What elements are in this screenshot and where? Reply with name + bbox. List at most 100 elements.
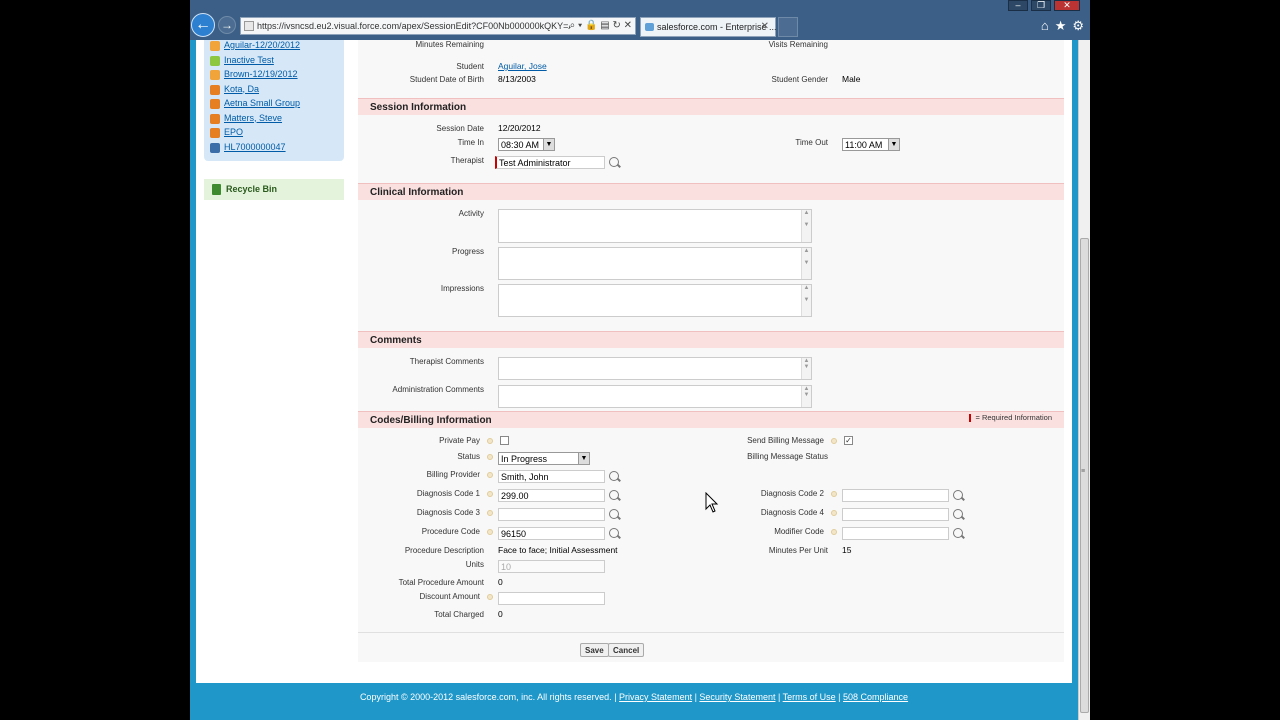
- units-input[interactable]: 10: [498, 560, 605, 573]
- billing-information-header: Codes/Billing Information: [358, 411, 1064, 428]
- modifier-code-input[interactable]: [842, 527, 949, 540]
- forward-button[interactable]: →: [218, 16, 236, 34]
- textarea-scrollbar[interactable]: ▲ ▼: [801, 210, 811, 242]
- address-tools-icon[interactable]: ⌕ ▾ 🔒 ▤ ↻ ✕: [569, 20, 632, 31]
- help-icon[interactable]: [831, 529, 837, 535]
- person-icon: [210, 84, 220, 95]
- procedure-description-label: Procedure Description: [404, 546, 484, 555]
- page-scrollbar[interactable]: ≡: [1078, 40, 1090, 720]
- progress-textarea[interactable]: ▲ ▼: [498, 247, 812, 280]
- textarea-scrollbar[interactable]: ▲ ▼: [801, 358, 811, 379]
- help-icon[interactable]: [487, 510, 493, 516]
- settings-gear-icon[interactable]: ⚙: [1072, 18, 1084, 34]
- scrollbar-grip-icon: ≡: [1081, 468, 1086, 475]
- sidebar-item-label: EPO: [224, 127, 244, 137]
- lookup-search-icon[interactable]: [609, 490, 619, 500]
- terms-of-use-link[interactable]: Terms of Use: [783, 692, 836, 702]
- therapist-comments-label: Therapist Comments: [409, 357, 484, 366]
- diagnosis-code-3-input[interactable]: [498, 508, 605, 521]
- diagnosis-code-2-label: Diagnosis Code 2: [760, 489, 824, 498]
- lookup-search-icon[interactable]: [609, 471, 619, 481]
- help-icon[interactable]: [487, 438, 493, 444]
- help-icon[interactable]: [487, 529, 493, 535]
- home-icon[interactable]: ⌂: [1041, 18, 1049, 34]
- billing-provider-input[interactable]: Smith, John: [498, 470, 605, 483]
- sidebar-item[interactable]: EPO: [210, 127, 243, 141]
- send-billing-checkbox[interactable]: ✓: [844, 436, 853, 445]
- 508-compliance-link[interactable]: 508 Compliance: [843, 692, 908, 702]
- admin-comments-textarea[interactable]: ▲ ▼: [498, 385, 812, 408]
- save-button[interactable]: Save: [580, 643, 609, 657]
- minutes-per-unit-value: 15: [842, 545, 852, 555]
- sidebar-item[interactable]: Aguilar-12/20/2012: [210, 40, 300, 54]
- cancel-button[interactable]: Cancel: [608, 643, 645, 657]
- diagnosis-code-1-input[interactable]: 299.00: [498, 489, 605, 502]
- browser-toolbar: – ❐ ✕ ← → https://ivsncsd.eu2.visual.for…: [190, 0, 1090, 40]
- time-out-select[interactable]: 11:00 AM ▼: [842, 138, 900, 151]
- browser-tab[interactable]: salesforce.com - Enterprise ... ✕: [640, 17, 777, 37]
- help-icon[interactable]: [487, 594, 493, 600]
- help-icon[interactable]: [831, 438, 837, 444]
- recycle-bin-link[interactable]: Recycle Bin: [204, 179, 344, 200]
- status-select[interactable]: In Progress ▼: [498, 452, 590, 465]
- help-icon[interactable]: [487, 491, 493, 497]
- scrollbar-thumb[interactable]: [1080, 238, 1089, 713]
- student-link[interactable]: Aguilar, Jose: [498, 61, 547, 71]
- close-tab-icon[interactable]: ✕: [761, 21, 769, 32]
- help-icon[interactable]: [831, 491, 837, 497]
- time-in-select[interactable]: 08:30 AM ▼: [498, 138, 555, 151]
- sidebar-item[interactable]: Aetna Small Group: [210, 98, 300, 112]
- therapist-comments-textarea[interactable]: ▲ ▼: [498, 357, 812, 380]
- lookup-search-icon[interactable]: [953, 490, 963, 500]
- screen: – ❐ ✕ ← → https://ivsncsd.eu2.visual.for…: [190, 0, 1090, 720]
- lookup-search-icon[interactable]: [609, 528, 619, 538]
- back-button[interactable]: ←: [191, 13, 215, 37]
- student-label: Student: [456, 62, 484, 71]
- privacy-statement-link[interactable]: Privacy Statement: [619, 692, 692, 702]
- sidebar-item[interactable]: Brown-12/19/2012: [210, 69, 298, 83]
- sidebar-item-label: Matters, Steve: [224, 112, 283, 123]
- total-procedure-amount-label: Total Procedure Amount: [398, 578, 484, 587]
- procedure-description-value: Face to face; Initial Assessment: [498, 545, 618, 555]
- lookup-search-icon[interactable]: [953, 528, 963, 538]
- textarea-scrollbar[interactable]: ▲ ▼: [801, 248, 811, 279]
- window-controls: – ❐ ✕: [1008, 0, 1080, 12]
- sidebar-item[interactable]: Kota, Da: [210, 84, 259, 98]
- close-window-icon[interactable]: ✕: [1054, 0, 1080, 11]
- private-pay-checkbox[interactable]: [500, 436, 509, 445]
- discount-amount-input[interactable]: [498, 592, 605, 605]
- help-icon[interactable]: [831, 510, 837, 516]
- status-value: In Progress: [501, 454, 548, 464]
- textarea-scrollbar[interactable]: ▲ ▼: [801, 386, 811, 407]
- diagnosis-code-4-input[interactable]: [842, 508, 949, 521]
- new-tab-button[interactable]: [778, 17, 798, 37]
- url-text: https://ivsncsd.eu2.visual.force.com/ape…: [257, 21, 587, 31]
- sidebar-item[interactable]: Matters, Steve: [210, 113, 282, 127]
- progress-label: Progress: [451, 247, 484, 256]
- diagnosis-code-2-input[interactable]: [842, 489, 949, 502]
- required-info-text: = Required Information: [975, 413, 1052, 422]
- security-statement-link[interactable]: Security Statement: [699, 692, 775, 702]
- billing-provider-label: Billing Provider: [426, 470, 480, 479]
- help-icon[interactable]: [487, 472, 493, 478]
- diagnosis-code-1-value: 299.00: [501, 491, 529, 501]
- activity-label: Activity: [458, 209, 484, 218]
- sidebar-item[interactable]: HL7000000047: [210, 142, 286, 156]
- sidebar-item[interactable]: Inactive Test: [210, 55, 274, 69]
- lookup-search-icon[interactable]: [953, 509, 963, 519]
- therapist-input[interactable]: Test Administrator: [495, 156, 605, 169]
- lookup-search-icon[interactable]: [609, 509, 619, 519]
- activity-textarea[interactable]: ▲ ▼: [498, 209, 812, 243]
- restore-icon[interactable]: ❐: [1031, 0, 1051, 11]
- textarea-scrollbar[interactable]: ▲ ▼: [801, 285, 811, 316]
- impressions-textarea[interactable]: ▲ ▼: [498, 284, 812, 317]
- help-icon[interactable]: [487, 454, 493, 460]
- lookup-search-icon[interactable]: [609, 157, 619, 167]
- minimize-icon[interactable]: –: [1008, 0, 1028, 11]
- chevron-down-icon: ▼: [888, 139, 899, 150]
- address-bar[interactable]: https://ivsncsd.eu2.visual.force.com/ape…: [240, 17, 636, 35]
- procedure-code-input[interactable]: 96150: [498, 527, 605, 540]
- gender-value: Male: [842, 74, 861, 84]
- favorites-star-icon[interactable]: ★: [1055, 18, 1067, 34]
- total-charged-label: Total Charged: [434, 610, 484, 619]
